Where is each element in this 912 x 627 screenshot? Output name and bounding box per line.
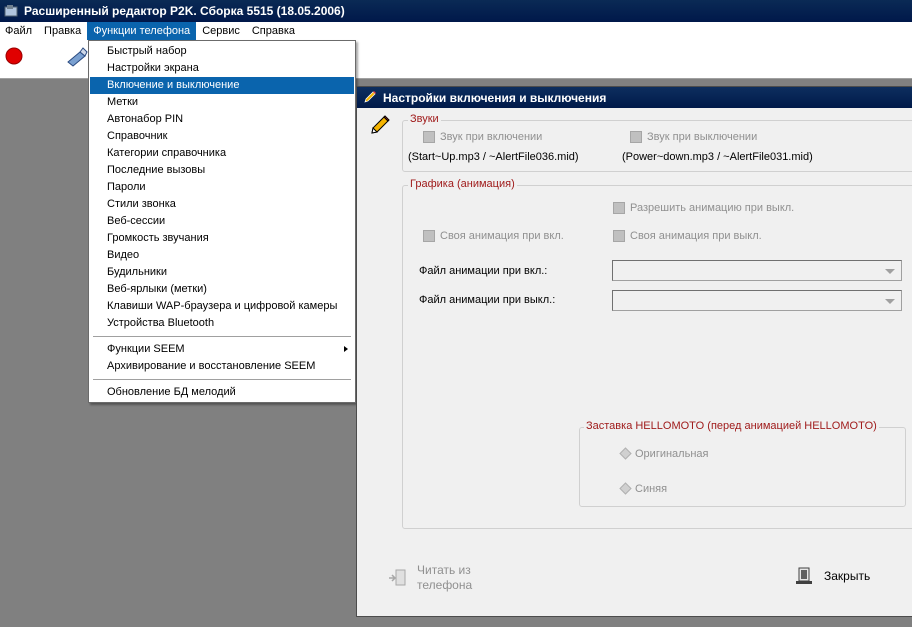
menu-file[interactable]: Файл [0,22,38,40]
menu-bar: Файл Правка Функции телефона Сервис Спра… [0,22,912,40]
dialog-title-bar: Настройки включения и выключения [357,87,912,108]
menu-separator [93,379,351,380]
chevron-down-icon [885,269,895,274]
menu-item-bluetooth-devices[interactable]: Устройства Bluetooth [90,315,354,332]
close-button-label: Закрыть [824,569,871,583]
app-icon [4,5,18,17]
graphics-group-label: Графика (анимация) [408,178,517,190]
phone-functions-menu: Быстрый набор Настройки экрана Включение… [88,40,356,403]
sounds-group: Звуки [402,113,912,172]
menu-item-speed-dial[interactable]: Быстрый набор [90,43,354,60]
read-from-phone-button[interactable]: Читать из телефона [387,563,472,593]
edit-pencil-icon [371,115,390,134]
chevron-down-icon [885,299,895,304]
splash-group-label: Заставка HELLOMOTO (перед анимацией HELL… [584,420,879,432]
own-animation-off-label: Своя анимация при выкл. [630,230,762,242]
app-title: Расширенный редактор P2K. Сборка 5515 (1… [24,4,345,18]
sound-off-label: Звук при выключении [647,131,758,143]
checkbox-box [423,230,435,242]
anim-file-on-label: Файл анимации при вкл.: [419,265,548,277]
menu-item-seem-functions[interactable]: Функции SEEM [90,341,354,358]
menu-item-labels[interactable]: Метки [90,94,354,111]
radio-circle-icon [619,482,632,495]
splash-blue-radio[interactable]: Синяя [619,482,667,495]
read-from-phone-line2: телефона [417,578,473,592]
anim-file-on-combo[interactable] [612,260,902,281]
sound-on-checkbox[interactable]: Звук при включении [423,131,542,143]
close-button[interactable]: Закрыть [794,566,870,586]
phone-connect-icon [67,47,88,67]
anim-file-off-combo[interactable] [612,290,902,311]
checkbox-box [613,202,625,214]
menu-item-video[interactable]: Видео [90,247,354,264]
menu-service[interactable]: Сервис [196,22,246,40]
sound-on-file: (Start~Up.mp3 / ~AlertFile036.mid) [408,151,579,163]
allow-off-animation-checkbox[interactable]: Разрешить анимацию при выкл. [613,202,794,214]
own-animation-on-checkbox[interactable]: Своя анимация при вкл. [423,230,564,242]
radio-circle-icon [619,447,632,460]
checkbox-box [423,131,435,143]
anim-file-off-label: Файл анимации при выкл.: [419,294,556,306]
splash-original-radio[interactable]: Оригинальная [619,447,708,460]
checkbox-box [613,230,625,242]
download-phone-icon [389,569,406,586]
menu-item-recent-calls[interactable]: Последние вызовы [90,162,354,179]
phone-connect-button[interactable] [64,44,90,70]
record-button[interactable] [2,43,28,69]
menu-item-volume[interactable]: Громкость звучания [90,230,354,247]
record-icon [5,47,23,65]
menu-item-seem-functions-label: Функции SEEM [107,343,185,355]
menu-item-phonebook[interactable]: Справочник [90,128,354,145]
close-door-icon [796,567,812,584]
menu-phone-functions[interactable]: Функции телефона [87,22,197,40]
sound-off-file: (Power~down.mp3 / ~AlertFile031.mid) [622,151,813,163]
menu-item-melody-db-update[interactable]: Обновление БД мелодий [90,384,354,401]
menu-item-phonebook-categories[interactable]: Категории справочника [90,145,354,162]
power-settings-dialog: Настройки включения и выключения Звуки З… [356,86,912,617]
menu-item-web-sessions[interactable]: Веб-сессии [90,213,354,230]
menu-item-seem-backup[interactable]: Архивирование и восстановление SEEM [90,358,354,375]
own-animation-on-label: Своя анимация при вкл. [440,230,564,242]
menu-item-passwords[interactable]: Пароли [90,179,354,196]
sounds-group-label: Звуки [408,113,441,125]
menu-item-power-on-off[interactable]: Включение и выключение [90,77,354,94]
menu-separator [93,336,351,337]
sound-on-label: Звук при включении [440,131,543,143]
menu-item-ring-styles[interactable]: Стили звонка [90,196,354,213]
app-title-bar: Расширенный редактор P2K. Сборка 5515 (1… [0,0,912,22]
checkbox-box [630,131,642,143]
menu-item-auto-pin[interactable]: Автонабор PIN [90,111,354,128]
dialog-title: Настройки включения и выключения [383,90,607,105]
pencil-icon [364,91,376,103]
menu-edit[interactable]: Правка [38,22,87,40]
read-from-phone-line1: Читать из [417,563,471,577]
splash-group: Заставка HELLOMOTO (перед анимацией HELL… [579,420,906,507]
menu-item-wap-camera-keys[interactable]: Клавиши WAP-браузера и цифровой камеры [90,298,354,315]
submenu-arrow-icon [344,346,348,352]
menu-item-web-shortcuts[interactable]: Веб-ярлыки (метки) [90,281,354,298]
sound-off-checkbox[interactable]: Звук при выключении [630,131,757,143]
menu-help[interactable]: Справка [246,22,301,40]
allow-off-animation-label: Разрешить анимацию при выкл. [630,202,795,214]
splash-blue-label: Синяя [635,482,668,495]
menu-item-alarms[interactable]: Будильники [90,264,354,281]
own-animation-off-checkbox[interactable]: Своя анимация при выкл. [613,230,762,242]
splash-original-label: Оригинальная [635,447,709,460]
menu-item-display-settings[interactable]: Настройки экрана [90,60,354,77]
